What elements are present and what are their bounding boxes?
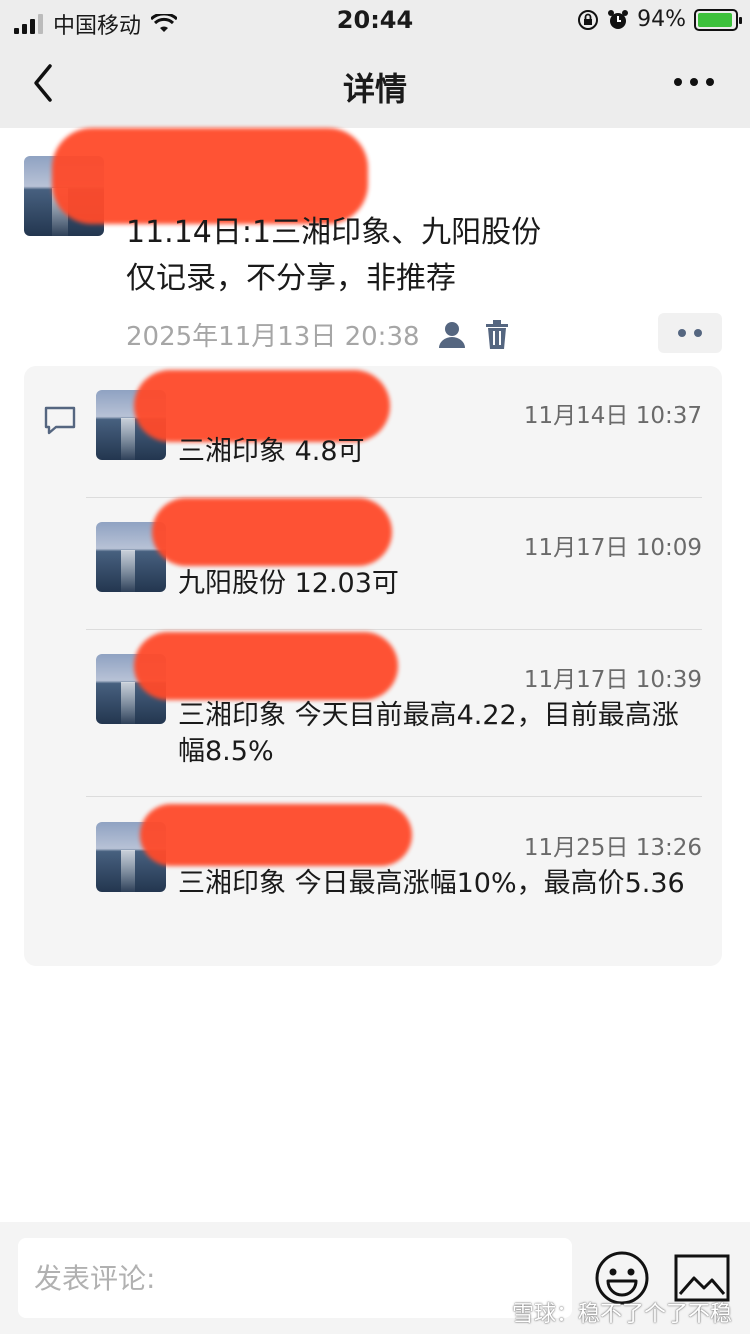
comment-item: 11月14日 10:37 三湘印象 4.8可 <box>86 370 702 480</box>
comments-panel: 11月14日 10:37 三湘印象 4.8可 11月17日 10:09 九阳股份… <box>24 366 722 966</box>
redacted-commenter-name <box>152 498 392 566</box>
status-bar: 中国移动 20:44 94% <box>0 0 750 40</box>
post-line: 11.14日:1三湘印象、九阳股份 <box>126 215 542 250</box>
comment-text[interactable]: 三湘印象 今日最高涨幅10%，最高价5.36 <box>178 866 698 902</box>
battery-icon <box>694 8 742 31</box>
comment-text[interactable]: 三湘印象 4.8可 <box>178 434 698 470</box>
nav-bar: 详情 <box>0 40 750 128</box>
post-line: 仅记录，不分享，非推荐 <box>126 261 456 296</box>
post-actions-button[interactable] <box>658 313 722 353</box>
comment-time: 11月17日 10:09 <box>523 535 702 561</box>
status-right: 94% <box>577 7 742 32</box>
comment-item: 11月25日 13:26 三湘印象 今日最高涨幅10%，最高价5.36 <box>86 804 702 942</box>
comment-item: 11月17日 10:39 三湘印象 今天目前最高4.22，目前最高涨幅8.5% <box>86 632 702 774</box>
comment-input[interactable] <box>18 1238 572 1318</box>
visibility-user-icon[interactable] <box>436 320 468 350</box>
divider <box>86 629 702 630</box>
battery-percent: 94% <box>637 7 686 32</box>
comment-time: 11月14日 10:37 <box>523 403 702 429</box>
image-icon[interactable] <box>674 1254 730 1302</box>
post-timestamp: 2025年11月13日 20:38 <box>126 322 420 352</box>
page-title: 详情 <box>342 70 407 108</box>
comment-icon <box>44 406 76 435</box>
comment-item: 11月17日 10:09 九阳股份 12.03可 <box>86 498 702 612</box>
comment-time: 11月17日 10:39 <box>523 667 702 693</box>
comment-text[interactable]: 三湘印象 今天目前最高4.22，目前最高涨幅8.5% <box>178 698 698 770</box>
comment-time: 11月25日 13:26 <box>523 835 702 861</box>
battery-fill <box>698 12 732 27</box>
post-content: 11.14日:1三湘印象、九阳股份 仅记录，不分享，非推荐 <box>126 210 686 302</box>
delete-icon[interactable] <box>484 319 510 350</box>
comment-text[interactable]: 九阳股份 12.03可 <box>178 566 698 602</box>
watermark: 雪球：稳不了个了不稳 <box>511 1302 732 1327</box>
post-meta: 2025年11月13日 20:38 <box>126 316 510 353</box>
redacted-commenter-name <box>140 804 412 866</box>
divider <box>86 796 702 797</box>
alarm-icon <box>608 9 629 29</box>
orientation-lock-icon <box>578 9 599 30</box>
redacted-commenter-name <box>134 632 398 700</box>
more-options-icon[interactable] <box>674 78 714 86</box>
redacted-commenter-name <box>134 370 390 442</box>
